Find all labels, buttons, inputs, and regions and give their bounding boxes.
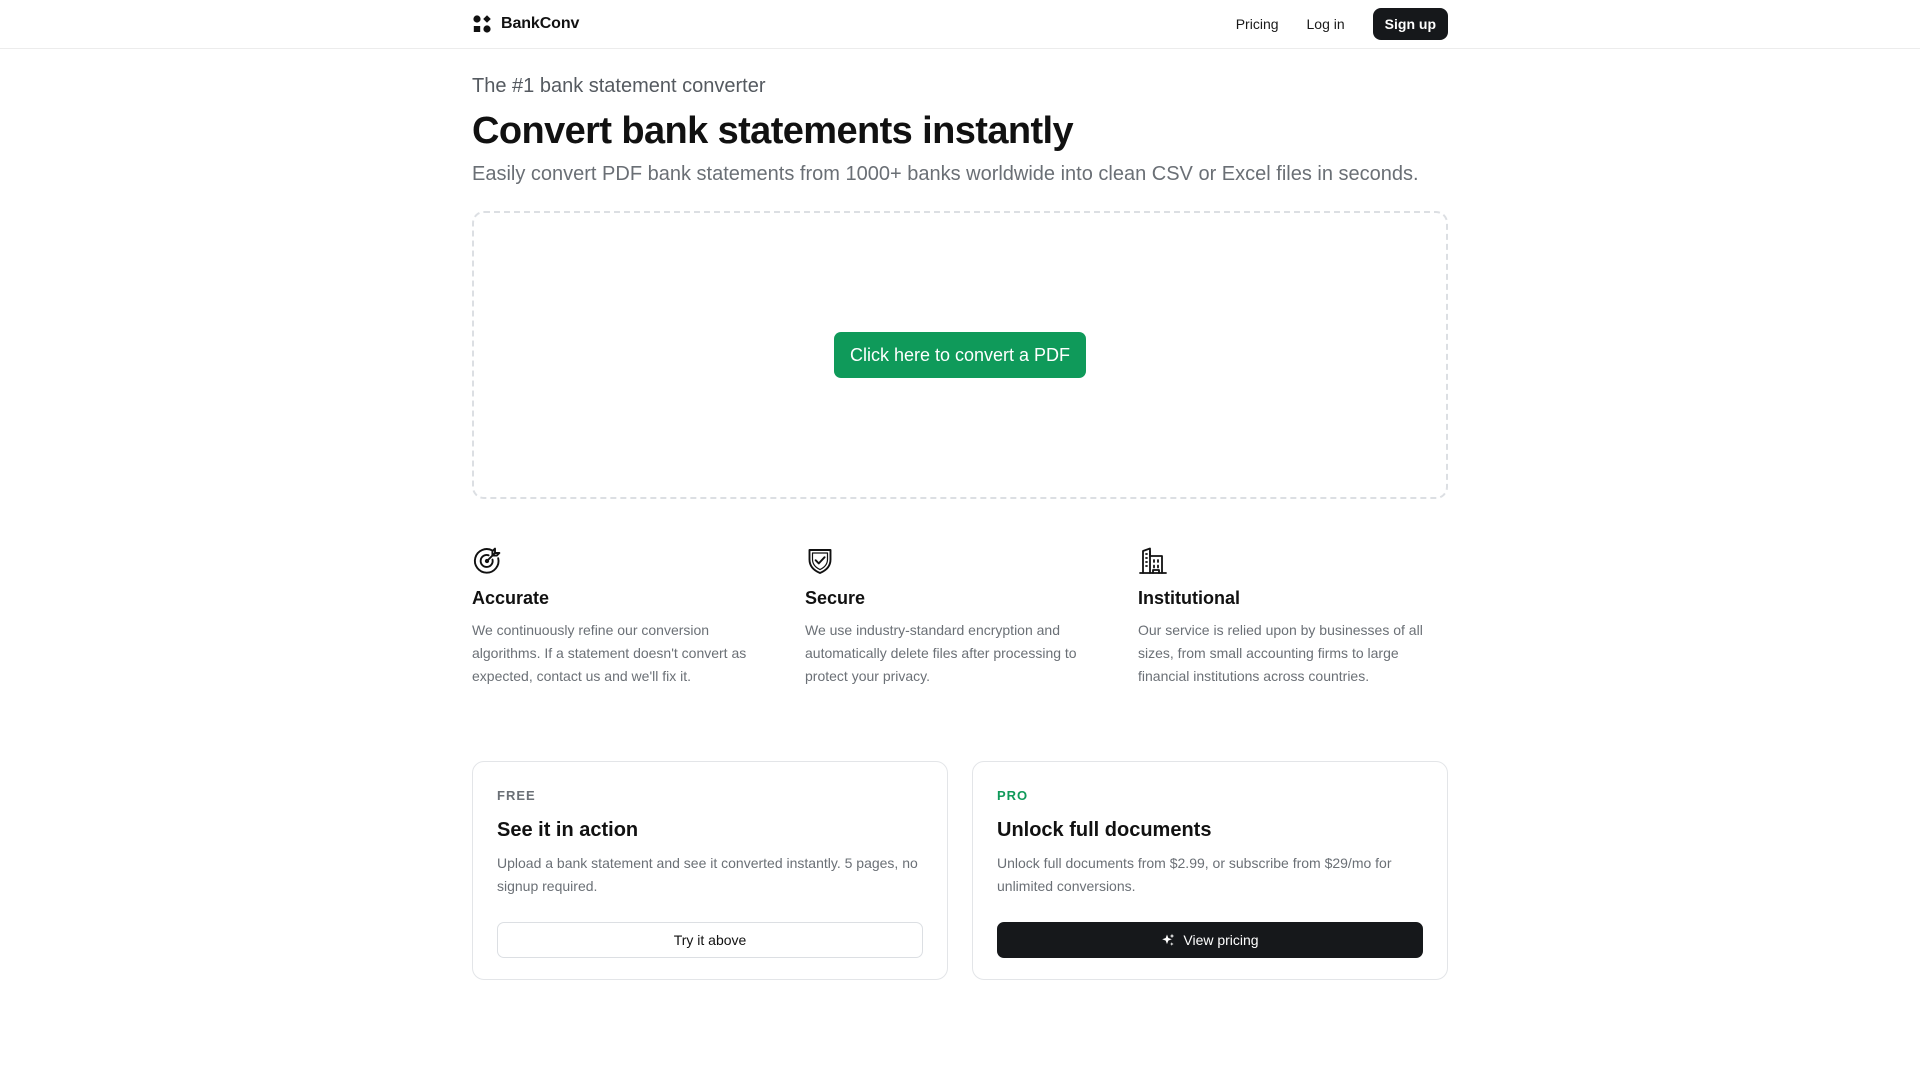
plan-tag-pro: PRO (997, 788, 1029, 803)
try-it-above-label: Try it above (673, 932, 747, 948)
sparkle-icon (1161, 933, 1175, 947)
brand-home-link[interactable]: BankConv (472, 14, 579, 34)
feature-secure: Secure We use industry-standard encrypti… (805, 546, 1138, 688)
feature-description: We use industry-standard encryption and … (805, 622, 1077, 684)
top-navigation-bar: BankConv Pricing Log in Sign up (0, 0, 1920, 49)
building-icon (1138, 546, 1448, 576)
signup-button[interactable]: Sign up (1372, 8, 1448, 40)
pdf-upload-dropzone[interactable]: Click here to convert a PDF (472, 211, 1448, 499)
convert-pdf-button[interactable]: Click here to convert a PDF (833, 332, 1087, 378)
feature-title: Accurate (472, 588, 550, 608)
feature-description: Our service is relied upon by businesses… (1138, 622, 1423, 684)
hero-eyebrow: The #1 bank statement converter (472, 75, 766, 97)
try-it-above-button[interactable]: Try it above (497, 922, 923, 958)
nav-login-link[interactable]: Log in (1307, 16, 1345, 32)
nav-pricing-link[interactable]: Pricing (1236, 16, 1279, 32)
shield-check-icon (805, 546, 1138, 576)
plan-title: See it in action (497, 819, 639, 841)
feature-title: Institutional (1138, 588, 1240, 608)
page-title: Convert bank statements instantly (472, 110, 1074, 152)
plan-tag-free: FREE (497, 788, 536, 803)
hero-subheading: Easily convert PDF bank statements from … (472, 163, 1419, 185)
free-plan-card: FREE See it in action Upload a bank stat… (472, 761, 948, 980)
plan-description: Unlock full documents from $2.99, or sub… (997, 855, 1392, 894)
feature-description: We continuously refine our conversion al… (472, 622, 747, 684)
view-pricing-label: View pricing (1183, 932, 1259, 948)
features-section: Accurate We continuously refine our conv… (472, 546, 1448, 688)
pro-plan-card: PRO Unlock full documents Unlock full do… (972, 761, 1448, 980)
target-icon (472, 546, 805, 576)
hero-section: The #1 bank statement converter Convert … (472, 72, 1448, 188)
header-nav: Pricing Log in Sign up (1236, 8, 1448, 40)
plans-section: FREE See it in action Upload a bank stat… (472, 761, 1448, 980)
brand-name: BankConv (501, 15, 580, 32)
feature-institutional: Institutional Our service is relied upon… (1138, 546, 1448, 688)
plan-description: Upload a bank statement and see it conve… (497, 855, 918, 894)
top-navigation-inner: BankConv Pricing Log in Sign up (472, 0, 1448, 48)
bankconv-logo-icon (472, 14, 492, 34)
view-pricing-button[interactable]: View pricing (997, 922, 1423, 958)
feature-title: Secure (805, 588, 866, 608)
feature-accurate: Accurate We continuously refine our conv… (472, 546, 805, 688)
plan-title: Unlock full documents (997, 819, 1212, 841)
